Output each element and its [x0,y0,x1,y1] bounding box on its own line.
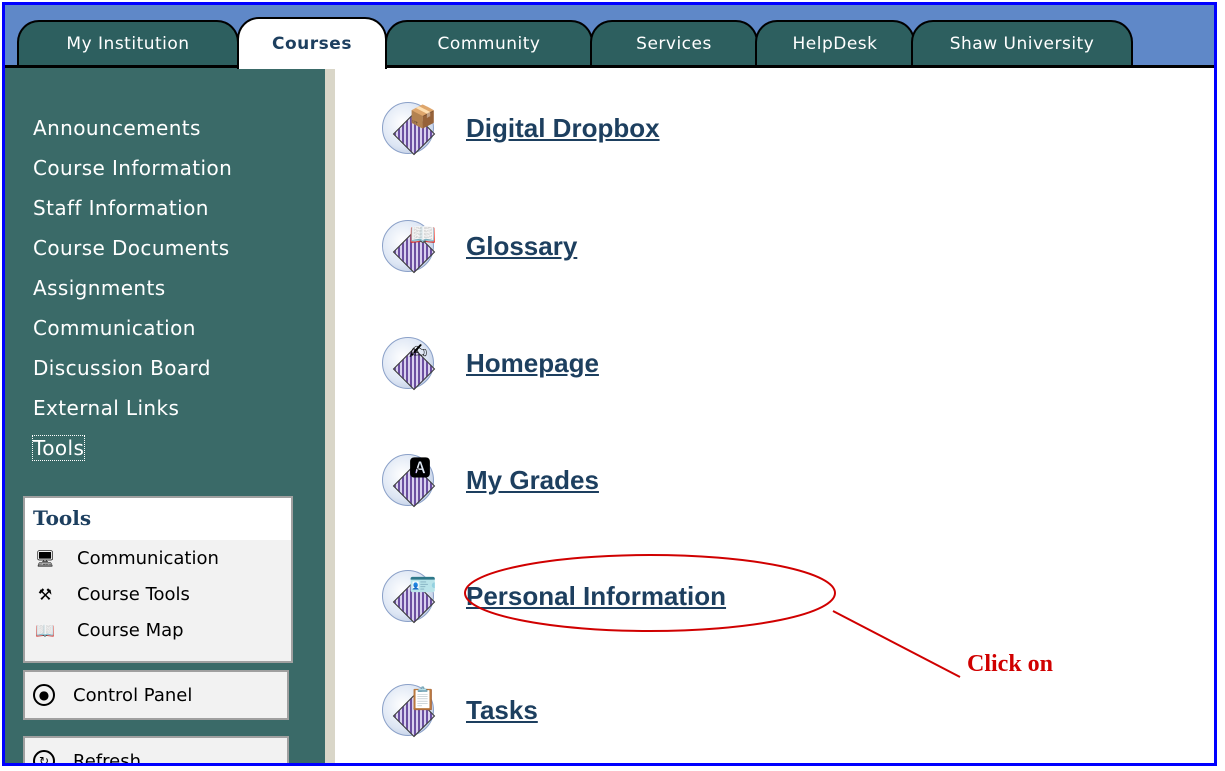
menu-item-external-links[interactable]: External Links [33,388,325,428]
tools-link-course-map[interactable]: 📖 Course Map [25,612,291,648]
tool-row-my-grades: 🅰 My Grades [382,440,1082,520]
tab-shaw-university[interactable]: Shaw University [911,20,1133,66]
tools-link-label: Course Tools [77,583,190,605]
menu-item-announcements[interactable]: Announcements [33,108,325,148]
tab-courses[interactable]: Courses [237,17,387,69]
control-panel-icon: ● [33,684,55,706]
tools-icon: ⚒ [37,584,53,604]
tools-link-communication[interactable]: 🖥 Communication [25,540,291,576]
link-digital-dropbox[interactable]: Digital Dropbox [466,113,660,144]
refresh-icon: ↻ [33,750,55,763]
glossary-book-icon: 📖 [382,220,436,274]
link-tasks[interactable]: Tasks [466,695,538,726]
tool-row-personal-information: 🪪 Personal Information [382,556,1082,636]
tool-row-tasks: 📋 Tasks [382,670,1082,750]
menu-item-course-information[interactable]: Course Information [33,148,325,188]
clipboard-icon: 📋 [382,684,436,738]
menu-item-tools[interactable]: Tools [31,428,325,468]
control-panel-button[interactable]: ● Control Panel [23,670,289,720]
id-card-icon: 🪪 [382,570,436,624]
tool-row-glossary: 📖 Glossary [382,206,1082,286]
grades-icon: 🅰 [382,454,436,508]
link-my-grades[interactable]: My Grades [466,465,599,496]
page-frame: My Institution Courses Community Service… [2,2,1217,766]
map-book-icon: 📖 [35,620,55,640]
refresh-label: Refresh [73,750,141,766]
tools-link-label: Course Map [77,619,184,641]
menu-item-staff-information[interactable]: Staff Information [33,188,325,228]
tab-my-institution[interactable]: My Institution [17,20,239,66]
link-personal-information[interactable]: Personal Information [466,581,726,612]
tool-row-homepage: ✍ Homepage [382,323,1082,403]
link-glossary[interactable]: Glossary [466,231,577,262]
dropbox-icon: 📦 [382,102,436,156]
menu-item-discussion-board[interactable]: Discussion Board [33,348,325,388]
tool-row-digital-dropbox: 📦 Digital Dropbox [382,88,1082,168]
link-homepage[interactable]: Homepage [466,348,599,379]
tools-link-label: Communication [77,547,219,569]
tab-services[interactable]: Services [590,20,758,66]
course-sidebar: Announcements Course Information Staff I… [5,68,335,766]
tab-helpdesk[interactable]: HelpDesk [755,20,915,66]
tools-link-course-tools[interactable]: ⚒ Course Tools [25,576,291,612]
menu-item-communication[interactable]: Communication [33,308,325,348]
homepage-pen-icon: ✍ [382,337,436,391]
tab-bar: My Institution Courses Community Service… [5,5,1214,69]
course-menu: Announcements Course Information Staff I… [5,68,325,468]
refresh-button[interactable]: ↻ Refresh [23,736,289,766]
menu-item-assignments[interactable]: Assignments [33,268,325,308]
tab-community[interactable]: Community [385,20,593,66]
computer-icon: 🖥 [34,548,56,568]
tools-panel-title: Tools [25,498,291,540]
tools-panel: Tools 🖥 Communication ⚒ Course Tools 📖 C… [23,496,293,663]
menu-item-course-documents[interactable]: Course Documents [33,228,325,268]
tools-content: 📦 Digital Dropbox 📖 Glossary ✍ Homepage … [340,68,1210,763]
click-on-annotation: Click on [967,651,1054,677]
control-panel-label: Control Panel [73,684,193,706]
